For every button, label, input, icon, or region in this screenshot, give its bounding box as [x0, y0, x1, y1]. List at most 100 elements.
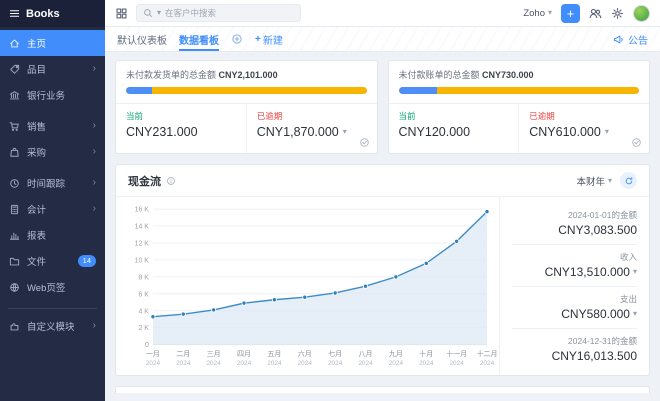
chevron-down-icon [343, 128, 347, 136]
next-card-stub [115, 386, 650, 393]
tag-icon [9, 64, 20, 75]
payables-overdue-cell: 已逾期 CNY610.000 [518, 104, 649, 153]
sidebar-item-reports[interactable]: 报表 [0, 222, 105, 248]
overdue-value-dropdown[interactable]: CNY1,870.000 [257, 125, 367, 139]
users-icon[interactable] [589, 7, 602, 20]
app-logo[interactable]: Books [0, 0, 105, 27]
search-scope-caret-icon[interactable] [157, 9, 161, 17]
svg-text:2024: 2024 [146, 360, 161, 367]
sidebar-item-label: 销售 [27, 119, 46, 133]
cashflow-summary: 2024-01-01的金额 CNY3,083.500 收入 CNY13,510.… [499, 197, 649, 375]
svg-text:4 K: 4 K [138, 308, 149, 315]
tab-default-dashboard[interactable]: 默认仪表板 [117, 27, 167, 51]
cashflow-chart-area: 02 K4 K6 K8 K10 K12 K14 K16 K一月2024二月202… [116, 197, 499, 375]
sidebar-item-purchases[interactable]: 采购 [0, 139, 105, 165]
chevron-right-icon [93, 204, 96, 214]
cart-icon [9, 121, 20, 132]
svg-text:2024: 2024 [328, 360, 343, 367]
announcements-button[interactable]: 公告 [613, 32, 648, 47]
gear-icon[interactable] [611, 7, 624, 20]
globe-icon [9, 282, 20, 293]
svg-text:8 K: 8 K [138, 274, 149, 281]
svg-text:2024: 2024 [419, 360, 434, 367]
search-input[interactable] [165, 8, 294, 18]
tab-data-dashboard[interactable]: 数据看板 [179, 27, 219, 51]
check-icon[interactable] [359, 137, 370, 148]
global-search[interactable] [136, 4, 301, 22]
add-dashboard-icon[interactable] [231, 33, 243, 45]
refresh-icon [624, 176, 634, 186]
income-row: 收入 CNY13,510.000 [512, 245, 637, 287]
sidebar-item-home[interactable]: 主页 [0, 30, 105, 56]
chevron-down-icon [548, 9, 552, 17]
svg-text:五月: 五月 [267, 350, 281, 358]
svg-text:12 K: 12 K [135, 240, 150, 247]
tab-label: 默认仪表板 [117, 32, 167, 47]
cashflow-header: 现金流 本财年 [116, 165, 649, 197]
svg-text:2024: 2024 [267, 360, 282, 367]
opening-balance-row: 2024-01-01的金额 CNY3,083.500 [512, 203, 637, 245]
sidebar-item-banking[interactable]: 银行业务 [0, 82, 105, 108]
receivables-title: 未付款发货单的总金额 CNY2,101.000 [116, 61, 377, 86]
refresh-button[interactable] [620, 172, 637, 189]
quick-create-button[interactable] [561, 4, 580, 23]
svg-text:八月: 八月 [359, 350, 373, 358]
period-selector[interactable]: 本财年 [576, 174, 612, 188]
cashflow-chart[interactable]: 02 K4 K6 K8 K10 K12 K14 K16 K一月2024二月202… [120, 201, 497, 375]
menu-icon [9, 8, 20, 19]
sidebar-item-label: 银行业务 [27, 88, 65, 102]
income-label: 收入 [512, 251, 637, 263]
svg-text:16 K: 16 K [135, 207, 150, 214]
sidebar-item-accountant[interactable]: 会计 [0, 196, 105, 222]
chevron-right-icon [93, 147, 96, 157]
cashflow-body: 02 K4 K6 K8 K10 K12 K14 K16 K一月2024二月202… [116, 197, 649, 375]
calculator-icon [9, 204, 20, 215]
sidebar-item-documents[interactable]: 文件 14 [0, 248, 105, 274]
chevron-down-icon [608, 177, 612, 185]
apps-grid-icon[interactable] [115, 7, 128, 20]
svg-text:九月: 九月 [389, 349, 403, 358]
check-icon[interactable] [631, 137, 642, 148]
new-button[interactable]: 新建 [255, 32, 283, 47]
receivables-progress-bar [126, 87, 367, 94]
chevron-right-icon [93, 121, 96, 131]
income-value-dropdown[interactable]: CNY13,510.000 [512, 265, 637, 279]
svg-text:2024: 2024 [237, 360, 252, 367]
period-value: 本财年 [576, 174, 605, 188]
sidebar-item-items[interactable]: 品目 [0, 56, 105, 82]
tab-label: 数据看板 [179, 32, 219, 47]
svg-text:2024: 2024 [298, 360, 313, 367]
chevron-right-icon [93, 321, 96, 331]
receivables-bar-fill [126, 87, 152, 94]
documents-count-badge: 14 [78, 255, 96, 267]
svg-text:2 K: 2 K [138, 325, 149, 332]
sidebar-item-web-tabs[interactable]: Web页签 [0, 274, 105, 300]
svg-text:2024: 2024 [206, 360, 221, 367]
closing-balance-row: 2024-12-31的金额 CNY16,013.500 [512, 329, 637, 370]
sidebar-item-label: 会计 [27, 202, 46, 216]
sidebar-divider [8, 308, 97, 309]
sidebar-item-label: 文件 [27, 254, 46, 268]
overdue-value-dropdown[interactable]: CNY610.000 [529, 125, 639, 139]
sidebar-item-custom-modules[interactable]: 自定义模块 [0, 313, 105, 339]
announcements-label: 公告 [628, 32, 648, 47]
org-selector[interactable]: Zoho [523, 8, 552, 19]
payables-total-amount: CNY730.000 [482, 70, 534, 80]
svg-text:十月: 十月 [419, 349, 433, 358]
avatar[interactable] [633, 5, 650, 22]
home-icon [9, 38, 20, 49]
sidebar-item-label: 报表 [27, 228, 46, 242]
receivables-overdue-cell: 已逾期 CNY1,870.000 [246, 104, 377, 153]
bar-chart-icon [9, 230, 20, 241]
svg-text:2024: 2024 [389, 360, 404, 367]
info-icon[interactable] [166, 176, 176, 186]
sidebar-item-time-tracking[interactable]: 时间跟踪 [0, 170, 105, 196]
payables-bar-fill [399, 87, 437, 94]
sidebar-item-label: 时间跟踪 [27, 176, 65, 190]
payables-current-cell: 当前 CNY120.000 [389, 104, 519, 153]
search-icon [143, 8, 153, 18]
sidebar-item-sales[interactable]: 销售 [0, 113, 105, 139]
expense-label: 支出 [512, 293, 637, 305]
receivables-title-label: 未付款发货单的总金额 [126, 70, 216, 80]
expense-value-dropdown[interactable]: CNY580.000 [512, 307, 637, 321]
